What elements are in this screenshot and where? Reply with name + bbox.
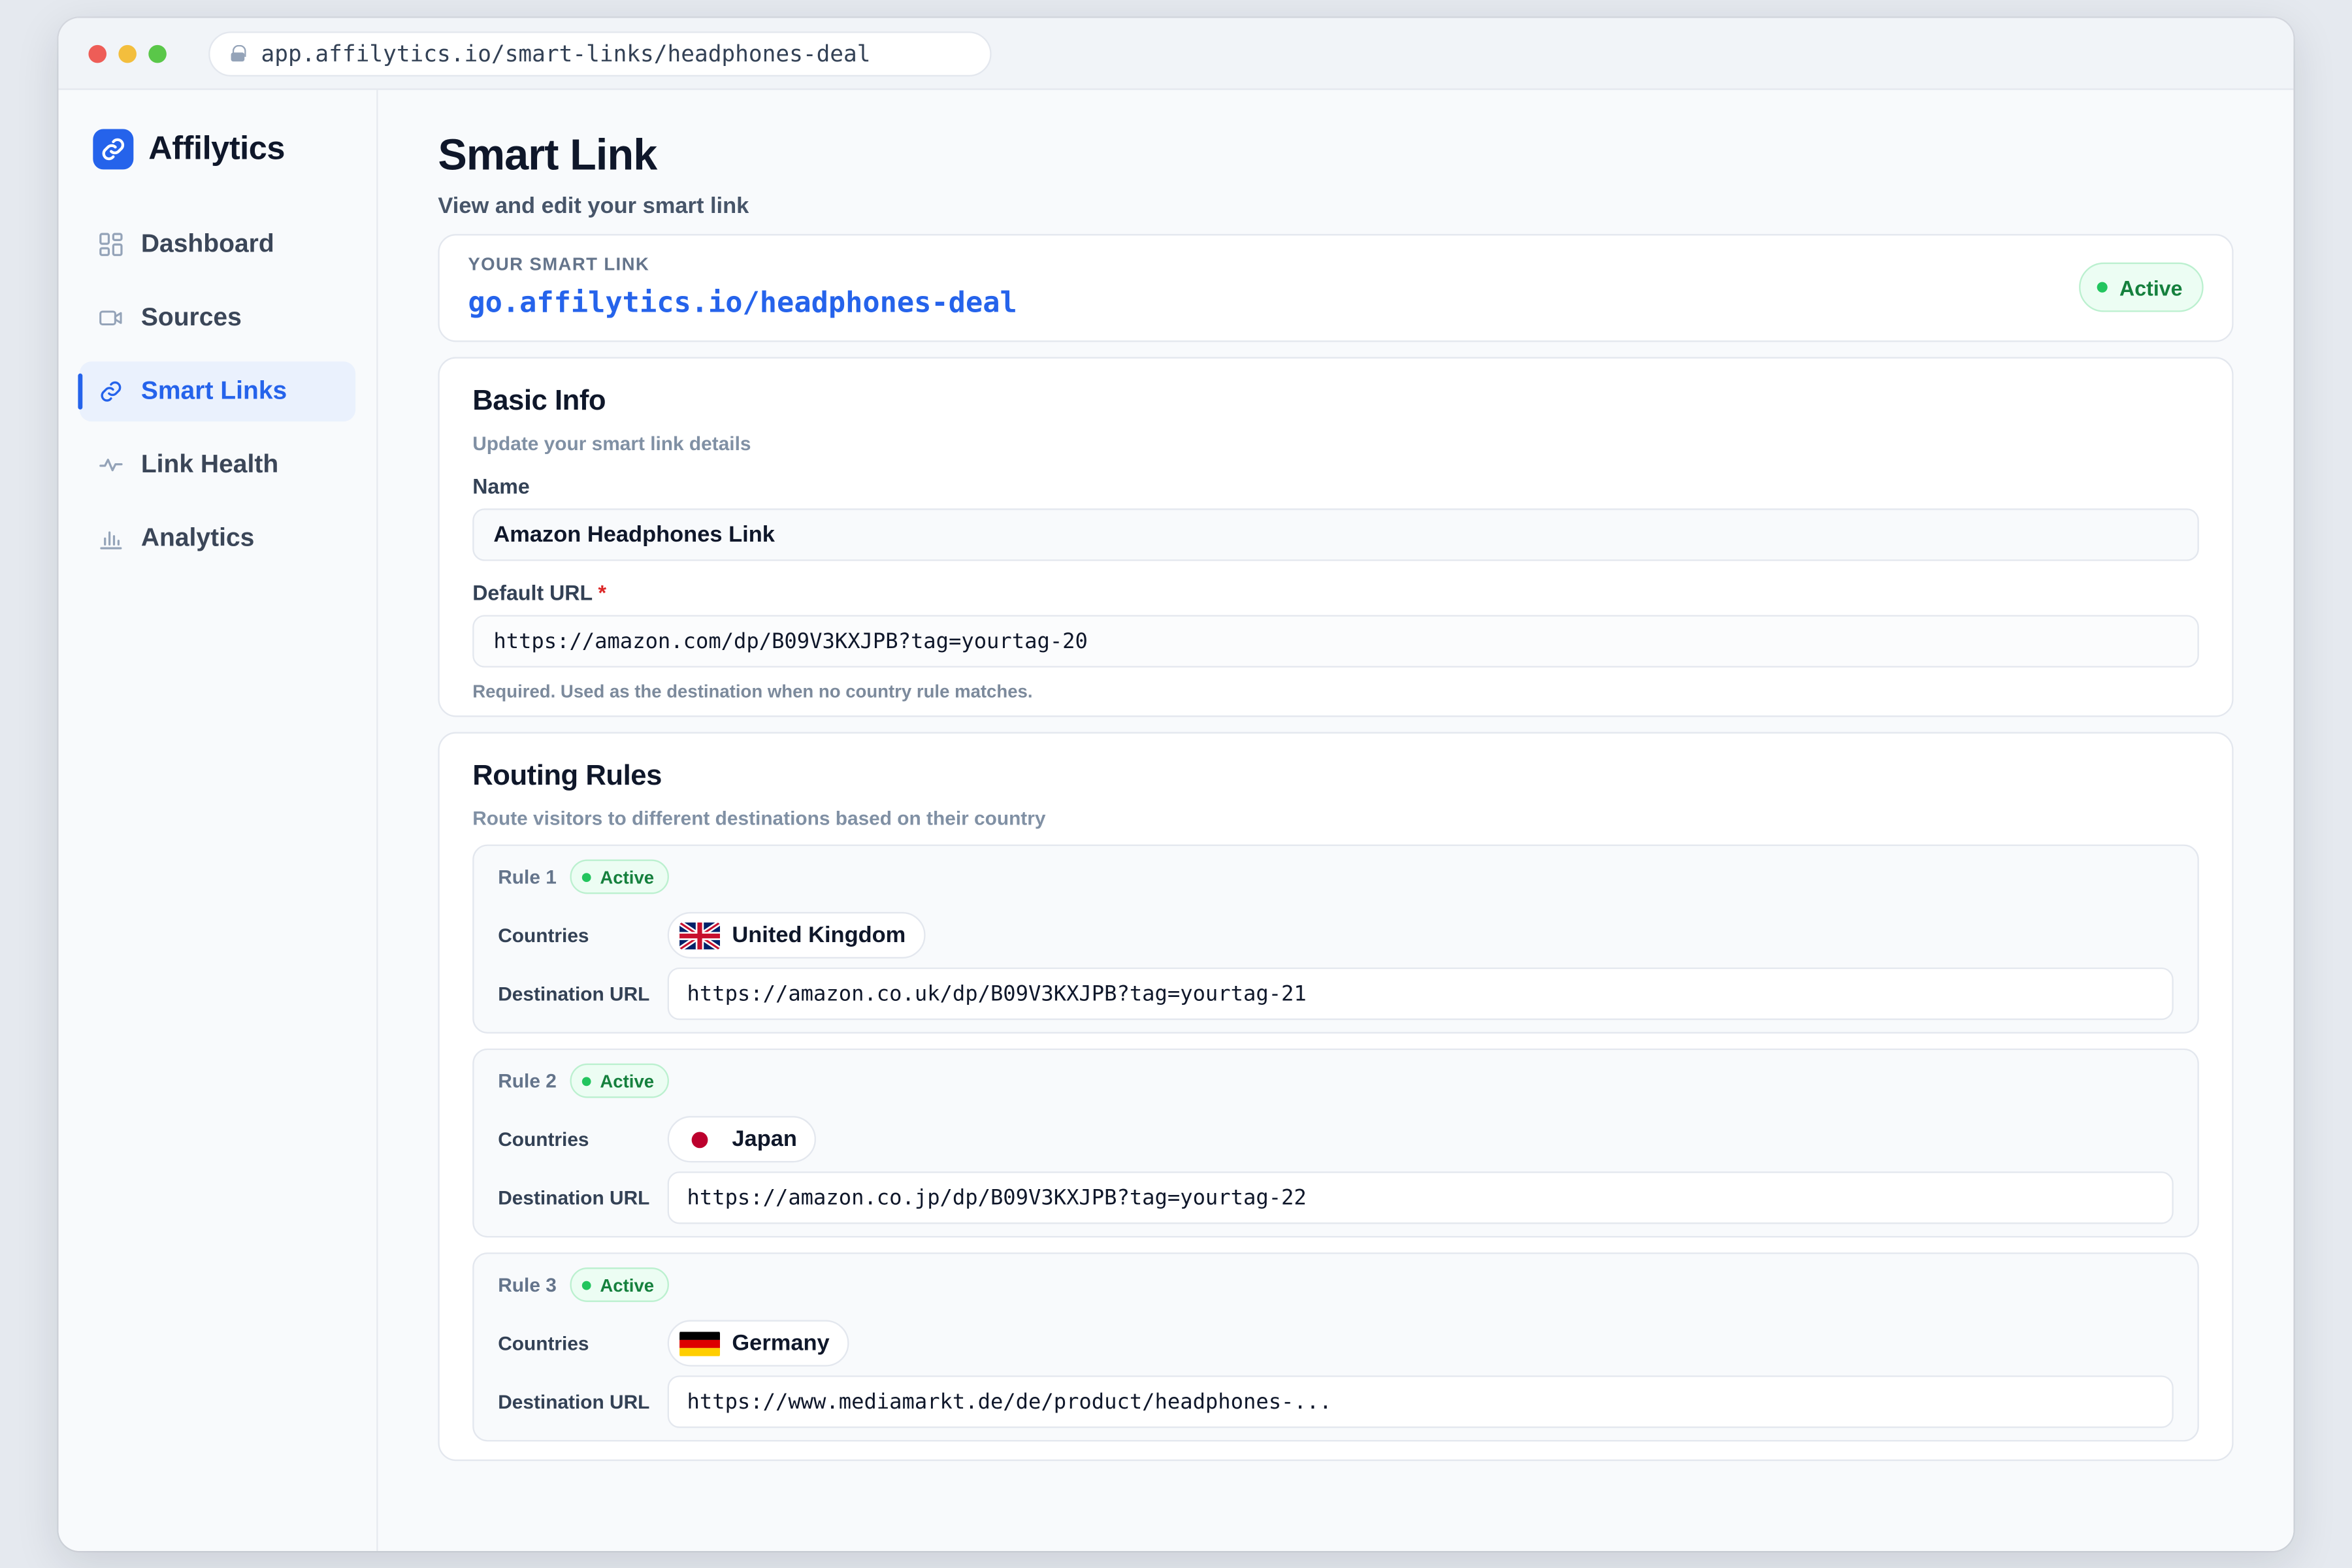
sidebar-item-smart-links[interactable]: Smart Links: [78, 361, 356, 422]
sidebar-nav: Dashboard Sources Smart Links Link Healt…: [78, 214, 356, 568]
status-dot-icon: [581, 1076, 591, 1086]
browser-titlebar: app.affilytics.io/smart-links/headphones…: [58, 18, 2294, 90]
routing-rules-subtitle: Route visitors to different destinations…: [472, 807, 1046, 830]
sidebar-item-sources[interactable]: Sources: [80, 288, 355, 348]
routing-rules-title: Routing Rules: [472, 760, 662, 792]
minimize-window-button[interactable]: [118, 44, 137, 63]
video-icon: [99, 306, 123, 330]
main-content: Smart Link View and edit your smart link…: [378, 90, 2294, 1551]
rule-card: Rule 3 Active Countries Germany Destinat…: [472, 1252, 2199, 1442]
page-subtitle: View and edit your smart link: [438, 193, 749, 220]
smart-link-card: YOUR SMART LINK go.affilytics.io/headpho…: [438, 234, 2234, 342]
destination-url-input[interactable]: https://amazon.co.jp/dp/B09V3KXJPB?tag=y…: [667, 1171, 2174, 1224]
destination-url-label: Destination URL: [498, 1186, 650, 1209]
rule-card: Rule 2 Active Countries Japan Destinatio…: [472, 1048, 2199, 1238]
default-url-label: Default URL *: [472, 581, 2199, 605]
country-chip-label: Japan: [732, 1126, 797, 1152]
status-dot-icon: [581, 872, 591, 881]
status-dot-icon: [581, 1280, 591, 1290]
screenshot-stage: app.affilytics.io/smart-links/headphones…: [0, 0, 2352, 1567]
countries-label: Countries: [498, 1128, 589, 1151]
basic-info-subtitle: Update your smart link details: [472, 432, 751, 455]
address-bar-url: app.affilytics.io/smart-links/headphones…: [261, 39, 871, 67]
link-icon: [99, 380, 123, 404]
rule-status-badge: Active: [570, 859, 670, 894]
name-label: Name: [472, 474, 2199, 498]
basic-info-card: Basic Info Update your smart link detail…: [438, 357, 2234, 717]
smart-link-url[interactable]: go.affilytics.io/headphones-deal: [468, 287, 2203, 320]
routing-rules-card: Routing Rules Route visitors to differen…: [438, 732, 2234, 1462]
status-badge-label: Active: [2119, 275, 2183, 300]
rule-status-label: Active: [600, 1274, 655, 1296]
country-chip-label: United Kingdom: [732, 922, 906, 949]
jp-flag-icon: [679, 1126, 721, 1153]
default-url-label-text: Default URL: [472, 580, 593, 605]
default-url-hint: Required. Used as the destination when n…: [472, 681, 1033, 702]
rule-status-badge: Active: [570, 1267, 670, 1302]
rule-destination-row: Destination URL https://amazon.co.jp/dp/…: [498, 1171, 2174, 1224]
destination-url-label: Destination URL: [498, 982, 650, 1005]
address-bar[interactable]: app.affilytics.io/smart-links/headphones…: [208, 31, 992, 76]
destination-url-label: Destination URL: [498, 1390, 650, 1413]
rule-title: Rule 2: [498, 1069, 557, 1092]
sidebar-item-label: Smart Links: [140, 376, 287, 405]
rule-countries-row: Countries United Kingdom: [498, 911, 2174, 959]
rule-destination-row: Destination URL https://www.mediamarkt.d…: [498, 1375, 2174, 1428]
required-mark: *: [598, 580, 607, 605]
rule-destination-row: Destination URL https://amazon.co.uk/dp/…: [498, 967, 2174, 1021]
gb-flag-icon: [679, 921, 721, 949]
rule-header: Rule 2 Active: [498, 1063, 2174, 1098]
rule-title: Rule 1: [498, 865, 557, 889]
rule-card: Rule 1 Active Countries United Kingdom D…: [472, 844, 2199, 1034]
browser-window: app.affilytics.io/smart-links/headphones…: [58, 18, 2294, 1551]
sidebar-item-dashboard[interactable]: Dashboard: [80, 214, 355, 274]
country-chip[interactable]: Germany: [667, 1320, 849, 1367]
countries-label: Countries: [498, 924, 589, 947]
rule-countries-row: Countries Japan: [498, 1116, 2174, 1163]
country-chip-label: Germany: [732, 1330, 830, 1356]
maximize-window-button[interactable]: [148, 44, 167, 63]
sidebar-item-label: Link Health: [140, 449, 279, 479]
status-dot-icon: [2097, 282, 2108, 293]
sidebar-item-label: Analytics: [140, 523, 255, 552]
countries-label: Countries: [498, 1331, 589, 1355]
rule-status-label: Active: [600, 866, 655, 888]
default-url-input[interactable]: https://amazon.com/dp/B09V3KXJPB?tag=you…: [472, 615, 2199, 668]
de-flag-icon: [679, 1331, 721, 1356]
name-input[interactable]: Amazon Headphones Link: [472, 508, 2199, 561]
brand[interactable]: Affilytics: [80, 90, 355, 204]
sidebar: Affilytics Dashboard Sources Smart Links…: [58, 90, 378, 1551]
destination-url-input[interactable]: https://www.mediamarkt.de/de/product/hea…: [667, 1375, 2174, 1428]
rule-status-badge: Active: [570, 1063, 670, 1098]
pulse-icon: [99, 453, 123, 477]
sidebar-item-analytics[interactable]: Analytics: [80, 508, 355, 568]
basic-info-title: Basic Info: [472, 385, 606, 417]
rule-status-label: Active: [600, 1070, 655, 1092]
grid-icon: [99, 233, 123, 257]
name-label-text: Name: [472, 474, 530, 498]
sidebar-item-label: Sources: [140, 302, 242, 332]
country-chip[interactable]: Japan: [667, 1116, 817, 1163]
rule-title: Rule 3: [498, 1273, 557, 1296]
smart-link-caption: YOUR SMART LINK: [468, 253, 650, 275]
close-window-button[interactable]: [88, 44, 107, 63]
page-title: Smart Link: [438, 132, 657, 180]
sidebar-item-link-health[interactable]: Link Health: [80, 435, 355, 495]
rule-countries-row: Countries Germany: [498, 1320, 2174, 1367]
app-body: Affilytics Dashboard Sources Smart Links…: [58, 90, 2294, 1551]
country-chip[interactable]: United Kingdom: [667, 911, 926, 959]
brand-logo-icon: [93, 128, 134, 169]
lock-icon: [231, 44, 246, 62]
sidebar-item-label: Dashboard: [140, 229, 274, 258]
bar-chart-icon: [99, 527, 123, 551]
rule-header: Rule 3 Active: [498, 1267, 2174, 1302]
brand-name: Affilytics: [148, 129, 286, 167]
rule-header: Rule 1 Active: [498, 859, 2174, 894]
status-badge: Active: [2079, 262, 2204, 312]
destination-url-input[interactable]: https://amazon.co.uk/dp/B09V3KXJPB?tag=y…: [667, 967, 2174, 1021]
